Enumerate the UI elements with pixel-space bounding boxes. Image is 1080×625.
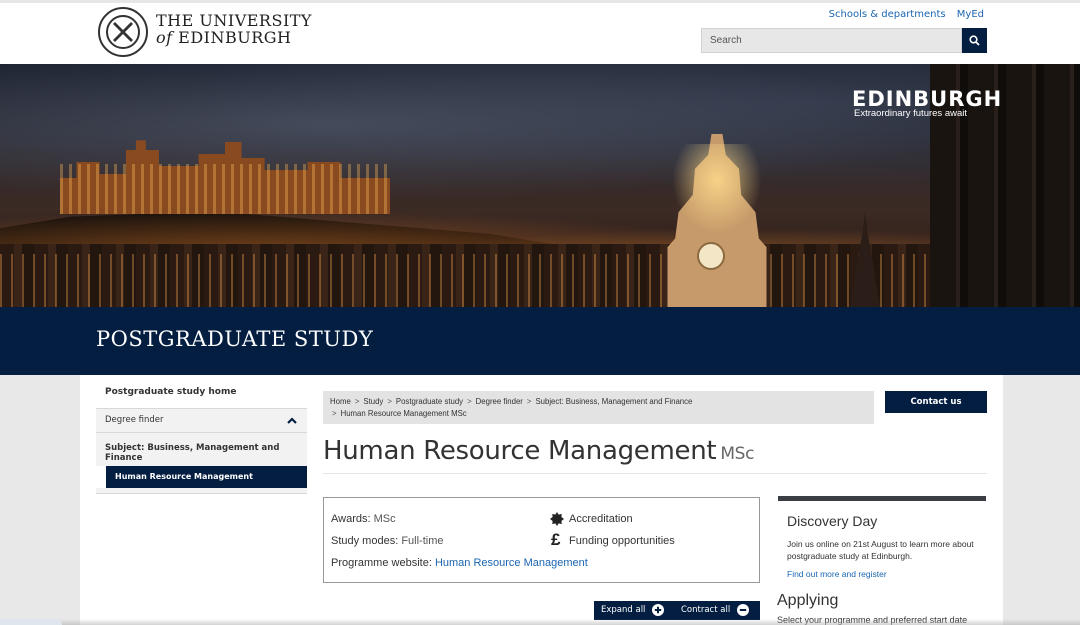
search-input[interactable]	[701, 28, 962, 53]
search-button[interactable]	[962, 28, 987, 53]
sidebar-degree-finder-label: Degree finder	[105, 415, 164, 425]
sidebar-nav: Postgraduate study home Degree finder Su…	[96, 376, 307, 494]
pound-icon: £	[551, 530, 561, 549]
plus-circle-icon	[652, 604, 665, 616]
top-links: Schools & departments MyEd	[821, 9, 984, 20]
hero-banner-image: EDINBURGH Extraordinary futures await	[0, 64, 1080, 308]
logo-line1: THE UNIVERSITY	[156, 11, 312, 30]
programme-website-link[interactable]: Human Resource Management	[435, 557, 588, 569]
sidebar-footer	[96, 488, 307, 494]
funding-opportunities-link[interactable]: Funding opportunities	[569, 535, 675, 547]
applying-heading: Applying	[777, 592, 839, 609]
programme-award: MSc	[720, 444, 755, 464]
breadcrumb-study[interactable]: Study	[363, 397, 383, 406]
city-lights	[0, 254, 1080, 308]
programme-name: Human Resource Management	[323, 436, 717, 466]
breadcrumb-subject[interactable]: Subject: Business, Management and Financ…	[535, 397, 692, 406]
sidebar-item-human-resource-management[interactable]: Human Resource Management	[106, 466, 307, 488]
section-band: POSTGRADUATE STUDY	[0, 307, 1080, 375]
discovery-register-link[interactable]: Find out more and register	[787, 569, 887, 579]
sidebar-item-postgraduate-home[interactable]: Postgraduate study home	[96, 376, 307, 409]
contract-all-button[interactable]: Contract all	[681, 604, 749, 616]
breadcrumb-separator: >	[387, 397, 392, 406]
logo-line2: of EDINBURGH	[156, 29, 312, 46]
search-icon	[969, 35, 980, 46]
logo-of: of	[156, 28, 173, 47]
search-form	[701, 28, 987, 53]
breadcrumb: Home > Study > Postgraduate study > Degree fin…	[323, 391, 874, 424]
brand-name: EDINBURGH	[852, 87, 1003, 111]
study-modes-label: Study modes:	[331, 535, 399, 547]
university-seal-icon[interactable]	[98, 7, 148, 57]
programme-website-fact: Programme website: Human Resource Manage…	[331, 557, 588, 569]
myed-link[interactable]: MyEd	[957, 9, 984, 20]
accreditation-link[interactable]: Accreditation	[569, 513, 633, 525]
chevron-up-icon[interactable]	[287, 417, 297, 424]
study-modes-fact: Study modes: Full-time	[331, 535, 444, 547]
awards-value: MSc	[373, 513, 396, 525]
page-title: Human Resource Management MSc	[323, 436, 755, 466]
sidebar-item-degree-finder[interactable]: Degree finder	[96, 409, 307, 433]
sidebar-item-subject[interactable]: Subject: Business, Management and Financ…	[96, 433, 307, 466]
edinburgh-brand-logo: EDINBURGH Extraordinary futures await	[852, 88, 1002, 119]
feedback-tab[interactable]	[0, 619, 62, 625]
awards-fact: Awards: MSc	[331, 513, 396, 525]
breadcrumb-separator: >	[467, 397, 472, 406]
breadcrumb-home[interactable]: Home	[330, 397, 351, 406]
breadcrumb-separator: >	[354, 397, 360, 406]
clock-face	[697, 242, 725, 270]
discovery-day-panel: Discovery Day Join us online on 21st Aug…	[778, 496, 986, 581]
site-header: THE UNIVERSITY of EDINBURGH Schools & de…	[0, 0, 1080, 64]
breadcrumb-current: Human Resource Management MSc	[340, 409, 467, 418]
breadcrumb-postgraduate-study[interactable]: Postgraduate study	[396, 397, 463, 406]
breadcrumb-degree-finder[interactable]: Degree finder	[476, 397, 523, 406]
logo-name: EDINBURGH	[178, 28, 292, 47]
contact-us-button[interactable]: Contact us	[885, 391, 987, 413]
breadcrumb-separator: >	[332, 409, 337, 418]
discovery-day-body: Join us online on 21st August to learn m…	[787, 539, 974, 561]
window-bottom-edge	[0, 619, 1080, 625]
awards-label: Awards:	[331, 513, 371, 525]
expand-all-label: Expand all	[601, 605, 646, 615]
university-logo-text[interactable]: THE UNIVERSITY of EDINBURGH	[156, 12, 312, 46]
accreditation-badge-icon	[550, 512, 564, 526]
clock-tower-glow	[672, 144, 762, 234]
breadcrumb-separator: >	[526, 397, 532, 406]
expand-contract-bar: Expand all Contract all	[594, 601, 760, 620]
expand-all-button[interactable]: Expand all	[601, 604, 665, 616]
schools-departments-link[interactable]: Schools & departments	[829, 9, 946, 20]
contract-all-label: Contract all	[681, 605, 731, 615]
section-title[interactable]: POSTGRADUATE STUDY	[96, 327, 373, 351]
study-modes-value: Full-time	[401, 535, 444, 547]
programme-website-label: Programme website:	[331, 557, 432, 569]
title-divider	[323, 473, 987, 474]
discovery-day-title: Discovery Day	[787, 513, 878, 529]
minus-circle-icon	[736, 604, 749, 616]
programme-facts-box: Awards: MSc Study modes: Full-time Progr…	[323, 497, 760, 583]
